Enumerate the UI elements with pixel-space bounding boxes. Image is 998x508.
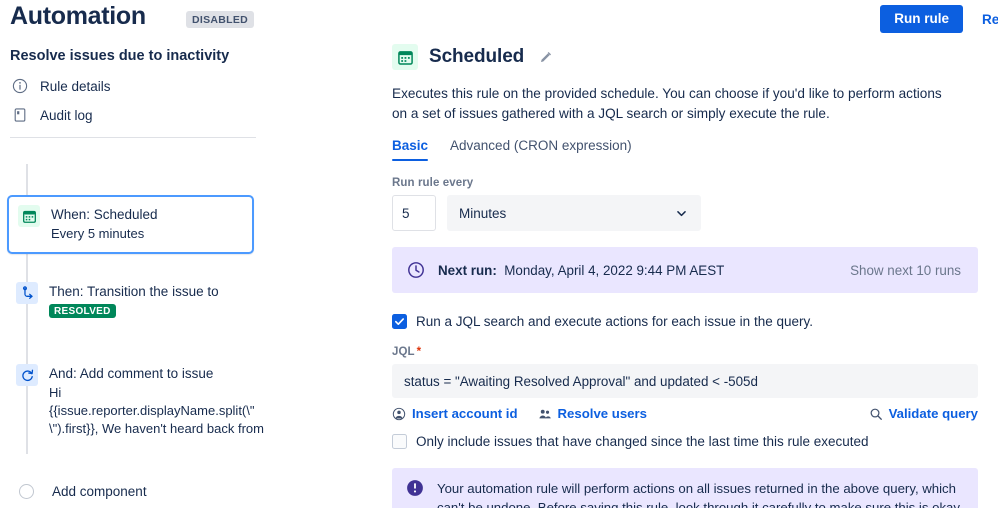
next-run-text: Next run: Monday, April 4, 2022 9:44 PM … — [438, 263, 724, 278]
chevron-down-icon — [674, 206, 689, 221]
validate-query-label: Validate query — [888, 406, 978, 421]
next-run-prefix: Next run: — [438, 262, 497, 278]
validate-query-link[interactable]: Validate query — [869, 406, 978, 421]
page-title: Automation — [10, 2, 146, 30]
return-link[interactable]: Return to list — [982, 12, 998, 27]
calendar-icon — [18, 205, 40, 227]
comment-refresh-icon — [16, 364, 38, 386]
warning-panel: Your automation rule will perform action… — [392, 468, 978, 508]
run-jql-search-checkbox-row[interactable]: Run a JQL search and execute actions for… — [392, 313, 984, 330]
add-component-label: Add component — [52, 484, 147, 499]
rule-name: Resolve issues due to inactivity — [10, 48, 230, 64]
transition-icon — [16, 282, 38, 304]
rule-component-then[interactable]: Then: Transition the issue to RESOLVED — [16, 282, 266, 319]
interval-unit-value: Minutes — [459, 205, 507, 221]
resolve-users-label: Resolve users — [557, 406, 647, 421]
sidebar-item-label: Audit log — [40, 107, 93, 123]
tab-basic[interactable]: Basic — [392, 138, 429, 161]
sidebar-item-rule-details[interactable]: Rule details — [12, 78, 111, 94]
component-description: Executes this rule on the provided sched… — [392, 86, 942, 121]
next-run-value: Monday, April 4, 2022 9:44 PM AEST — [504, 262, 725, 278]
warning-text: Your automation rule will perform action… — [437, 481, 963, 508]
document-icon — [12, 107, 28, 123]
jql-query-input[interactable]: status = "Awaiting Resolved Approval" an… — [392, 364, 978, 398]
component-detail-panel: Scheduled Executes this rule on the prov… — [392, 44, 984, 508]
calendar-icon — [392, 44, 418, 70]
interval-unit-select[interactable]: Minutes — [447, 195, 701, 231]
rule-sidebar: Resolve issues due to inactivity Rule de… — [0, 46, 372, 508]
rule-component-when[interactable]: When: Scheduled Every 5 minutes — [7, 195, 254, 254]
info-icon — [12, 78, 28, 94]
required-asterisk: * — [416, 346, 422, 358]
run-every-label: Run rule every — [392, 177, 474, 189]
sidebar-item-label: Rule details — [40, 78, 111, 94]
sidebar-divider — [10, 137, 256, 138]
top-bar: Automation DISABLED Run rule Return to l… — [0, 0, 998, 46]
jql-field-label: JQL * — [392, 346, 984, 358]
run-rule-button[interactable]: Run rule — [880, 5, 963, 33]
rule-component-and[interactable]: And: Add comment to issue Hi {{issue.rep… — [16, 364, 266, 438]
show-next-runs-button[interactable]: Show next 10 runs — [850, 263, 961, 278]
only-changed-checkbox-row[interactable]: Only include issues that have changed si… — [392, 433, 984, 450]
detail-header: Scheduled — [392, 44, 984, 70]
insert-account-id-label: Insert account id — [412, 406, 518, 421]
run-jql-search-label: Run a JQL search and execute actions for… — [416, 314, 813, 329]
mode-tabs: Basic Advanced (CRON expression) — [392, 138, 984, 161]
run-every-row: Minutes — [392, 195, 984, 231]
component-subtitle: Every 5 minutes — [51, 226, 145, 241]
status-badge: DISABLED — [186, 11, 255, 28]
component-title: And: Add comment to issue — [49, 366, 214, 381]
interval-value-input[interactable] — [392, 195, 436, 231]
component-detail-title: Scheduled — [429, 46, 525, 67]
only-changed-label: Only include issues that have changed si… — [416, 434, 869, 449]
jql-label-text: JQL — [392, 346, 415, 358]
jql-actions: Insert account id Resolve users Validate… — [392, 406, 978, 421]
add-node-dot-icon — [19, 484, 34, 499]
next-run-info: Next run: Monday, April 4, 2022 9:44 PM … — [407, 261, 850, 279]
people-icon — [538, 407, 552, 421]
resolve-users-link[interactable]: Resolve users — [538, 406, 647, 421]
next-run-panel: Next run: Monday, April 4, 2022 9:44 PM … — [392, 247, 978, 293]
insert-account-id-link[interactable]: Insert account id — [392, 406, 518, 421]
component-title: When: Scheduled — [51, 207, 158, 222]
warning-icon — [406, 479, 424, 497]
component-subtitle: Hi {{issue.reporter.displayName.split(\"… — [49, 385, 264, 436]
pencil-icon[interactable] — [538, 50, 553, 65]
clock-icon — [407, 261, 425, 279]
add-component-button[interactable]: Add component — [19, 484, 147, 499]
status-lozenge: RESOLVED — [49, 304, 116, 318]
search-icon — [869, 407, 883, 421]
tab-advanced-cron[interactable]: Advanced (CRON expression) — [450, 138, 632, 161]
sidebar-item-audit-log[interactable]: Audit log — [12, 107, 93, 123]
checkbox-unchecked-icon[interactable] — [392, 434, 407, 449]
person-icon — [392, 407, 406, 421]
checkbox-checked-icon[interactable] — [392, 314, 407, 329]
automation-rule-editor: Automation DISABLED Run rule Return to l… — [0, 0, 998, 508]
component-title: Then: Transition the issue to — [49, 284, 219, 299]
